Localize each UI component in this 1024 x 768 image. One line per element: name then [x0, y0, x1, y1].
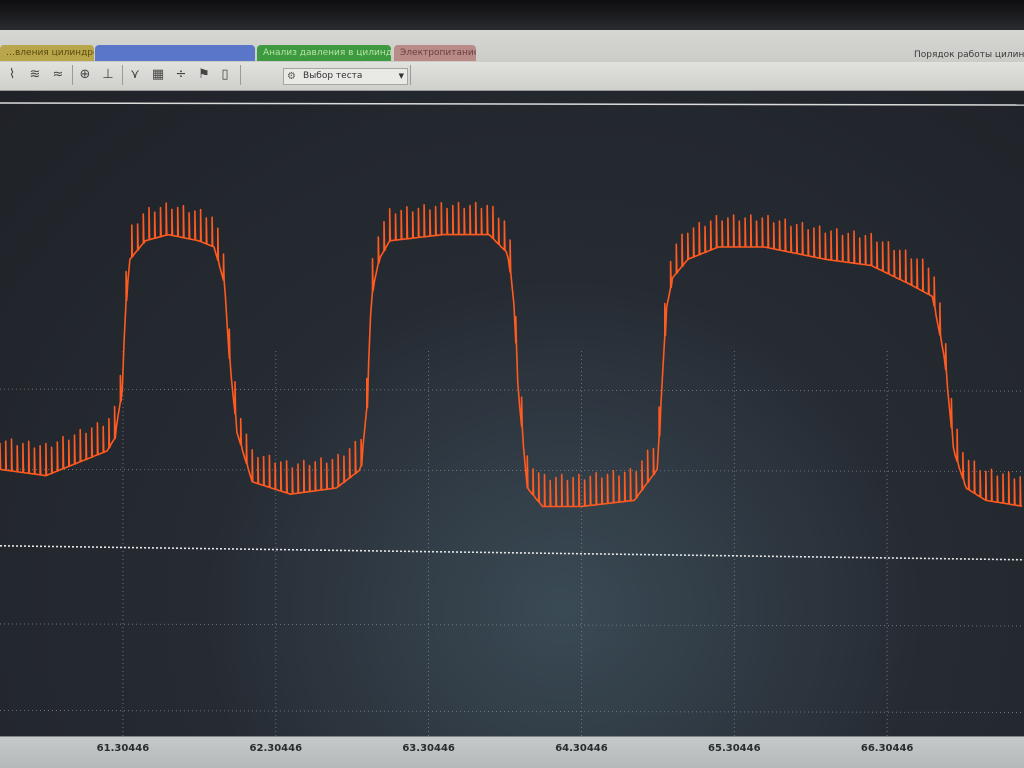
multi-wave-alt-icon[interactable]: ≈ — [49, 66, 67, 84]
waveform-trace — [0, 201, 1023, 508]
wave-icon[interactable]: ⌇ — [3, 66, 21, 84]
tab-power-supply[interactable]: Электропитание — [394, 45, 476, 61]
oscilloscope-app: …вления цилиндров Анализ давления в цили… — [0, 0, 1024, 768]
x-tick-label: 61.30446 — [96, 743, 150, 754]
toolbar: ⌇ ≋ ≈ ⊕ ⊥ ⋎ ▦ ÷ ⚑ ▯ ⚙ Выбор теста ▼ — [0, 62, 1024, 91]
multi-wave-icon[interactable]: ≋ — [26, 66, 44, 84]
reference-level-line — [0, 544, 1024, 561]
screen-bezel — [0, 0, 1024, 30]
tab-active[interactable] — [95, 45, 255, 61]
grid-line-horizontal — [0, 710, 1024, 713]
tab-cylinder-control[interactable]: …вления цилиндров — [0, 45, 94, 61]
chevron-down-icon: ▼ — [398, 72, 404, 80]
x-tick-label: 66.30446 — [860, 743, 914, 754]
tab-cylinder-pressure-analysis[interactable]: Анализ давления в цилиндре — [257, 45, 391, 61]
x-tick-label: 64.30446 — [555, 743, 608, 754]
grid-line-horizontal — [0, 469, 1024, 472]
x-tick-label: 65.30446 — [708, 743, 761, 754]
x-tick-label: 63.30446 — [402, 743, 455, 754]
test-select-dropdown[interactable]: ⚙ Выбор теста ▼ — [283, 68, 408, 85]
document-icon[interactable]: ▯ — [216, 66, 234, 84]
toolbar-separator — [122, 65, 123, 85]
toolbar-separator — [240, 65, 241, 85]
firing-order-label: Порядок работы цилиндров — [914, 50, 1024, 60]
grid-line-horizontal — [0, 388, 1024, 392]
filter-icon[interactable]: ⋎ — [126, 66, 144, 84]
zero-marker-icon[interactable]: ⊥ — [99, 66, 117, 84]
auto-scale-icon[interactable]: ⊕ — [76, 66, 94, 84]
waveform-svg — [0, 102, 1024, 739]
divide-icon[interactable]: ÷ — [172, 66, 190, 84]
top-border-line — [0, 102, 1024, 106]
toolbar-separator — [410, 65, 411, 85]
x-axis: 61.30446 62.30446 63.30446 64.30446 65.30446… — [0, 736, 1024, 768]
waveform-plot[interactable] — [0, 91, 1024, 739]
marker-flag-icon[interactable]: ⚑ — [195, 66, 213, 84]
table-icon[interactable]: ▦ — [149, 66, 167, 84]
toolbar-separator — [72, 65, 73, 85]
gear-icon: ⚙ — [287, 71, 296, 82]
x-tick-label: 62.30446 — [249, 743, 303, 754]
grid-line-horizontal — [0, 623, 1024, 627]
test-select-label: Выбор теста — [303, 71, 363, 81]
